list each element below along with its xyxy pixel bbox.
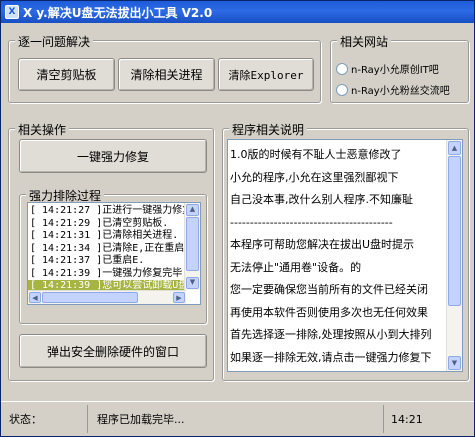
log-entry[interactable]: [ 14:21:29 ]已清空剪贴板. <box>28 218 184 231</box>
scroll-thumb[interactable] <box>186 217 199 271</box>
description-group-title: 程序相关说明 <box>229 121 308 138</box>
force-log-list[interactable]: [ 14:21:27 ]正进行一键强力修复.[ 14:21:29 ]已清空剪贴板… <box>27 202 201 305</box>
log-entry[interactable]: [ 14:21:34 ]已清除E,正在重启. <box>28 243 190 256</box>
description-line: 您一定要确保您当前所有的文件已经关闭 <box>230 283 428 296</box>
scroll-down-icon[interactable]: ▼ <box>448 356 461 370</box>
status-message: 程序已加载完毕... <box>91 405 384 433</box>
clear-processes-button[interactable]: 清除相关进程 <box>118 58 215 91</box>
description-line: 无法停止"通用卷"设备。的 <box>230 260 362 274</box>
status-label: 状态： <box>3 405 88 433</box>
status-bar: 状态： 程序已加载完毕... 14:21 <box>1 401 474 436</box>
description-line: 如果逐一排除无效,请点击一键强力修复下 <box>230 350 432 364</box>
scroll-up-icon[interactable]: ▲ <box>448 141 461 155</box>
title-bar[interactable]: X X y.解决U盘无法拔出小工具 V2.0 <box>1 1 474 23</box>
log-entry[interactable]: [ 14:21:31 ]已清除相关进程. <box>28 230 184 243</box>
description-vertical-scrollbar[interactable]: ▲ ▼ <box>446 140 462 371</box>
description-line: 再使用本软件否则使用多次也无任何效果 <box>230 305 428 319</box>
quick-fix-group-title: 逐一问题解决 <box>15 33 94 50</box>
related-sites-group-title: 相关网站 <box>337 33 392 50</box>
scroll-right-icon[interactable]: ▶ <box>173 292 185 303</box>
app-window: X X y.解决U盘无法拔出小工具 V2.0 逐一问题解决 清空剪贴板 清除相关… <box>0 0 475 437</box>
site-option-fans[interactable]: n-Ray小允粉丝交流吧 <box>336 82 450 97</box>
description-line: 本程序可帮助您解决在拔出U盘时提示 <box>230 238 415 251</box>
clear-clipboard-button[interactable]: 清空剪贴板 <box>18 58 115 91</box>
app-icon: X <box>5 5 19 19</box>
scroll-thumb[interactable] <box>42 292 138 303</box>
log-entry[interactable]: [ 14:21:37 ]已重启E. <box>28 255 184 268</box>
operations-group-title: 相关操作 <box>15 121 70 138</box>
log-vertical-scrollbar[interactable]: ▲ ▼ <box>184 203 200 290</box>
force-fix-button[interactable]: 一键强力修复 <box>19 139 207 173</box>
site-option-label: n-Ray小允粉丝交流吧 <box>351 86 450 97</box>
log-entry[interactable]: [ 14:21:27 ]正进行一键强力修复. <box>28 205 198 218</box>
window-title: X y.解决U盘无法拔出小工具 V2.0 <box>23 5 213 20</box>
description-textbox[interactable]: 1.0版的时候有不耻人士恶意修改了 小允的程序,小允在这里强烈鄙视下自己没本事,改… <box>227 139 463 372</box>
scroll-left-icon[interactable]: ◀ <box>29 292 41 303</box>
description-line: 自己没本事,改什么别人程序.不知廉耻 <box>230 193 413 206</box>
clear-explorer-button[interactable]: 清除Explorer <box>218 58 314 91</box>
description-line: ----------------------------------------… <box>230 215 393 229</box>
description-line: 1.0版的时候有不耻人士恶意修改了 <box>230 148 402 161</box>
scroll-down-icon[interactable]: ▼ <box>186 277 199 289</box>
scroll-thumb[interactable] <box>448 156 461 306</box>
log-entry[interactable]: [ 14:21:39 ]一键强力修复完毕. <box>28 268 188 281</box>
scroll-up-icon[interactable]: ▲ <box>186 204 199 216</box>
description-line: 小允的程序,小允在这里强烈鄙视下 <box>230 170 399 184</box>
radio-circle-icon[interactable] <box>336 62 348 75</box>
eject-hardware-button[interactable]: 弹出安全删除硬件的窗口 <box>19 334 207 368</box>
description-line: 首先选择逐一排除,处理按照从小到大排列 <box>230 328 432 341</box>
radio-circle-icon[interactable] <box>336 83 348 96</box>
site-option-original[interactable]: n-Ray小允原创IT吧 <box>336 61 439 76</box>
log-horizontal-scrollbar[interactable]: ◀ ▶ <box>28 290 186 304</box>
site-option-label: n-Ray小允原创IT吧 <box>351 65 439 76</box>
status-time: 14:21 <box>391 412 423 426</box>
